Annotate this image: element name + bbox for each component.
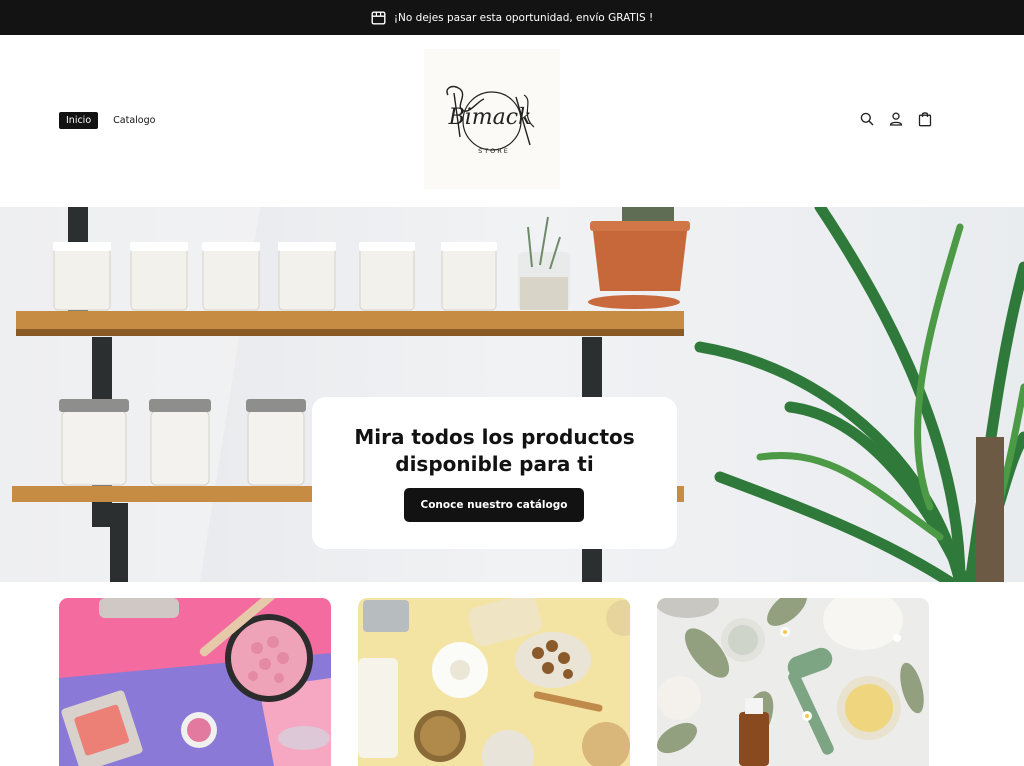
nav-item-catalogo[interactable]: Catalogo bbox=[106, 112, 162, 129]
hero-banner: Mira todos los productos disponible para… bbox=[0, 207, 1024, 582]
nav-item-inicio[interactable]: Inicio bbox=[59, 112, 99, 129]
pantry-image bbox=[358, 598, 630, 766]
search-icon[interactable] bbox=[860, 111, 874, 127]
skincare-collection-card[interactable] bbox=[657, 598, 929, 766]
store-icon bbox=[371, 11, 386, 25]
cart-icon[interactable] bbox=[918, 111, 932, 127]
hero-title: Mira todos los productos disponible para… bbox=[312, 424, 677, 478]
logo-subtext: STORE bbox=[478, 147, 510, 155]
account-icon[interactable] bbox=[889, 111, 903, 127]
header-icons bbox=[860, 111, 932, 127]
store-logo[interactable]: Bimack STORE bbox=[424, 49, 560, 189]
hero-title-line1: Mira todos los productos bbox=[354, 425, 635, 449]
makeup-collection-card[interactable] bbox=[59, 598, 331, 766]
catalog-button[interactable]: Conoce nuestro catálogo bbox=[404, 488, 584, 522]
makeup-image bbox=[59, 598, 331, 766]
announcement-bar: ¡No dejes pasar esta oportunidad, envío … bbox=[0, 0, 1024, 35]
hero-callout: Mira todos los productos disponible para… bbox=[312, 397, 677, 549]
hero-title-line2: disponible para ti bbox=[395, 452, 594, 476]
skincare-image bbox=[657, 598, 929, 766]
collection-grid bbox=[59, 598, 930, 766]
site-header: Inicio Catalogo Bimack STORE bbox=[0, 35, 1024, 207]
pantry-collection-card[interactable] bbox=[358, 598, 630, 766]
logo-text: Bimack bbox=[448, 105, 532, 130]
announcement-text: ¡No dejes pasar esta oportunidad, envío … bbox=[393, 11, 654, 24]
main-nav: Inicio Catalogo bbox=[59, 112, 162, 129]
